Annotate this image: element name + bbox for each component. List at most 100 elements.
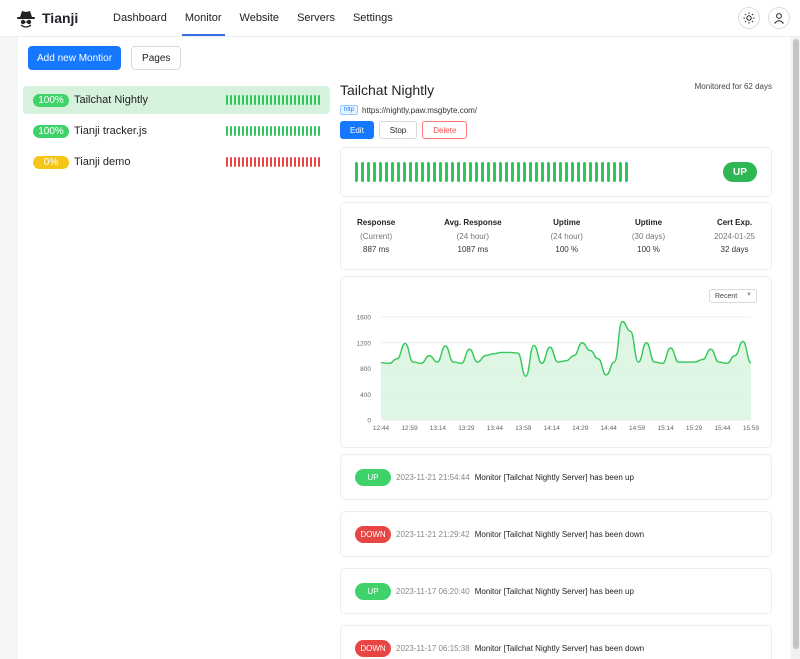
monitor-item-tianji-demo[interactable]: 0% Tianji demo (23, 148, 330, 176)
stat-sub: (24 hour) (456, 232, 490, 241)
heartbeat-bar (290, 126, 292, 136)
heartbeat-bar (457, 162, 460, 182)
theme-toggle-button[interactable] (738, 7, 760, 29)
y-tick-label: 800 (360, 366, 371, 373)
heartbeat-bar (226, 126, 228, 136)
heartbeat-timeline (355, 162, 628, 182)
nav-monitor[interactable]: Monitor (176, 0, 231, 37)
stat-avg-response: Avg. Response (24 hour) 1087 ms (444, 218, 502, 254)
stat-label: Cert Exp. (716, 218, 753, 227)
x-tick-label: 14:59 (629, 425, 646, 432)
heartbeat-bar (565, 162, 568, 182)
stat-value: 100 % (555, 245, 579, 254)
heartbeat-bar (385, 162, 388, 182)
event-row: UP 2023-11-21 21:54:44 Monitor [Tailchat… (340, 454, 772, 500)
heartbeat-bar (601, 162, 604, 182)
x-tick-label: 14:29 (572, 425, 589, 432)
monitor-item-tianji-tracker[interactable]: 100% Tianji tracker.js (23, 117, 330, 145)
heartbeat-bar (310, 157, 312, 167)
nav-settings[interactable]: Settings (344, 0, 402, 37)
monitored-duration: Monitored for 62 days (694, 82, 772, 91)
stop-button[interactable]: Stop (378, 121, 418, 139)
heartbeat-bar (258, 157, 260, 167)
scrollbar-thumb[interactable] (793, 39, 799, 649)
user-menu-button[interactable] (768, 7, 790, 29)
stat-value: 887 ms (363, 245, 390, 254)
stat-sub: (Current) (360, 232, 393, 241)
heartbeat-bar (282, 95, 284, 105)
heartbeat-bar (427, 162, 430, 182)
heartbeat-bar (250, 126, 252, 136)
heartbeat-bar (314, 157, 316, 167)
add-monitor-button[interactable]: Add new Montior (28, 46, 122, 70)
heartbeat-bar (238, 126, 240, 136)
heartbeat-bar (469, 162, 472, 182)
uptime-percent-badge: 0% (33, 155, 69, 169)
event-status-badge: DOWN (355, 525, 391, 543)
page-scrollbar[interactable] (792, 37, 800, 659)
heartbeat-bar (266, 126, 268, 136)
heartbeat-bar (278, 95, 280, 105)
edit-button[interactable]: Edit (340, 121, 374, 139)
event-time: 2023-11-21 21:29:42 (396, 529, 470, 539)
monitor-url: https://nightly.paw.msgbyte.com/ (362, 105, 478, 115)
heartbeat-bar (487, 162, 490, 182)
heartbeat-bar (625, 162, 628, 182)
heartbeat-bar (254, 157, 256, 167)
stat-value: 32 days (720, 245, 749, 254)
pages-button[interactable]: Pages (131, 46, 182, 70)
heartbeat-bar (433, 162, 436, 182)
x-tick-label: 15:59 (743, 425, 760, 432)
heartbeat-bar (583, 162, 586, 182)
heartbeat-bar (302, 95, 304, 105)
spy-logo-icon (17, 11, 35, 28)
nav-servers[interactable]: Servers (288, 0, 344, 37)
heartbeat-bar (262, 126, 264, 136)
heartbeat-bar (298, 95, 300, 105)
stats-card: Response (Current) 887 ms Avg. Response … (340, 202, 772, 270)
heartbeat-bar (258, 95, 260, 105)
heartbeat-bar (577, 162, 580, 182)
heartbeat-bar (391, 162, 394, 182)
heartbeat-bar (318, 95, 320, 105)
heartbeat-bars (226, 95, 320, 105)
delete-button[interactable]: Delete (422, 121, 468, 139)
heartbeat-bar (499, 162, 502, 182)
nav-dashboard[interactable]: Dashboard (104, 0, 176, 37)
heartbeat-bar (607, 162, 610, 182)
heartbeat-bar (286, 126, 288, 136)
event-time: 2023-11-21 21:54:44 (396, 472, 470, 482)
heartbeat-bar (310, 95, 312, 105)
heartbeat-bar (314, 95, 316, 105)
heartbeat-bar (298, 157, 300, 167)
stat-label: Uptime (553, 218, 581, 227)
heartbeat-bar (242, 95, 244, 105)
heartbeat-bar (230, 126, 232, 136)
heartbeat-bar (282, 126, 284, 136)
sun-icon (743, 12, 755, 24)
heartbeat-bar (415, 162, 418, 182)
heartbeat-bar (403, 162, 406, 182)
y-tick-label: 1200 (357, 340, 372, 347)
heartbeat-bar (547, 162, 550, 182)
x-tick-label: 13:59 (515, 425, 532, 432)
heartbeat-bar (254, 95, 256, 105)
status-badge: UP (723, 162, 757, 182)
heartbeat-bar (278, 157, 280, 167)
x-tick-label: 12:44 (373, 425, 390, 432)
heartbeat-bar (559, 162, 562, 182)
nav-website[interactable]: Website (231, 0, 289, 37)
monitor-item-tailchat-nightly[interactable]: 100% Tailchat Nightly (23, 86, 330, 114)
heartbeat-bar (589, 162, 592, 182)
heartbeat-bar (529, 162, 532, 182)
uptime-percent-badge: 100% (33, 124, 69, 138)
logo[interactable]: Tianji (16, 8, 104, 28)
heartbeat-bar (451, 162, 454, 182)
main-nav: Dashboard Monitor Website Servers Settin… (104, 0, 402, 37)
heartbeat-bar (595, 162, 598, 182)
monitor-name: Tailchat Nightly (74, 94, 148, 106)
heartbeat-bar (310, 126, 312, 136)
stat-value: 1087 ms (457, 245, 489, 254)
heartbeat-bar (397, 162, 400, 182)
x-tick-label: 14:14 (544, 425, 561, 432)
